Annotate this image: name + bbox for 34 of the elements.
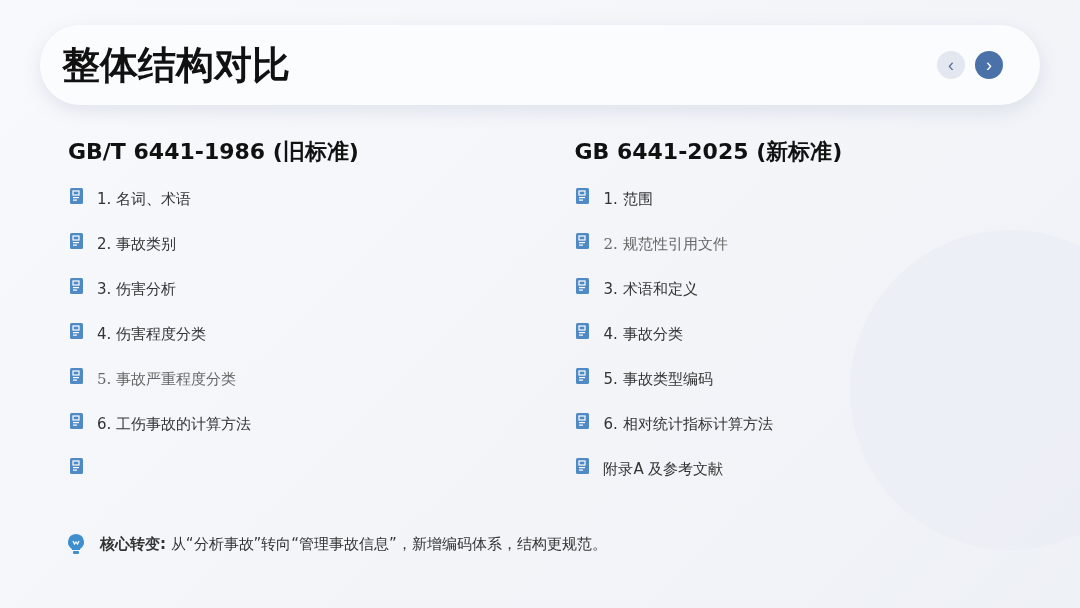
document-icon (70, 232, 83, 249)
slide-title: 整体结构对比 (62, 41, 291, 89)
document-icon (70, 187, 83, 204)
next-button[interactable]: › (975, 51, 1003, 79)
document-icon (70, 277, 83, 294)
document-icon (70, 457, 83, 474)
column-heading: GB/T 6441-1986 (旧标准) (68, 138, 360, 166)
list-item-text: 5. 事故严重程度分类 (97, 370, 237, 389)
document-icon (70, 367, 83, 384)
summary-text: 核心转变: 从“分析事故”转向“管理事故信息”，新增编码体系，结构更规范。 (100, 534, 607, 554)
previous-button[interactable]: ‹ (937, 51, 965, 79)
list-item-text: 6. 工伤事故的计算方法 (97, 415, 252, 434)
document-icon (576, 412, 590, 429)
list-item-text: 3. 术语和定义 (603, 280, 698, 299)
list-item-text: 2. 事故类别 (97, 235, 177, 254)
document-icon (576, 277, 590, 294)
document-icon (576, 367, 590, 384)
column-heading: GB 6441-2025 (新标准) (574, 138, 844, 166)
document-icon (576, 322, 590, 339)
list-item-text: 3. 伤害分析 (97, 280, 177, 299)
list-item-text: 4. 伤害程度分类 (97, 325, 207, 344)
list-item-text: 1. 名词、术语 (97, 190, 192, 209)
document-icon (70, 322, 83, 339)
list-item-text: 4. 事故分类 (603, 325, 683, 344)
document-icon (576, 232, 590, 249)
document-icon (576, 457, 590, 474)
list-item-text: 1. 范围 (603, 190, 653, 209)
document-icon (70, 412, 83, 429)
list-item-text: 5. 事故类型编码 (603, 370, 713, 389)
document-icon (576, 187, 590, 204)
list-item-text: 2. 规范性引用文件 (603, 235, 728, 254)
list-item-text: 6. 相对统计指标计算方法 (603, 415, 773, 434)
lightbulb-icon (68, 534, 84, 554)
list-item-text: 附录A 及参考文献 (603, 460, 724, 479)
